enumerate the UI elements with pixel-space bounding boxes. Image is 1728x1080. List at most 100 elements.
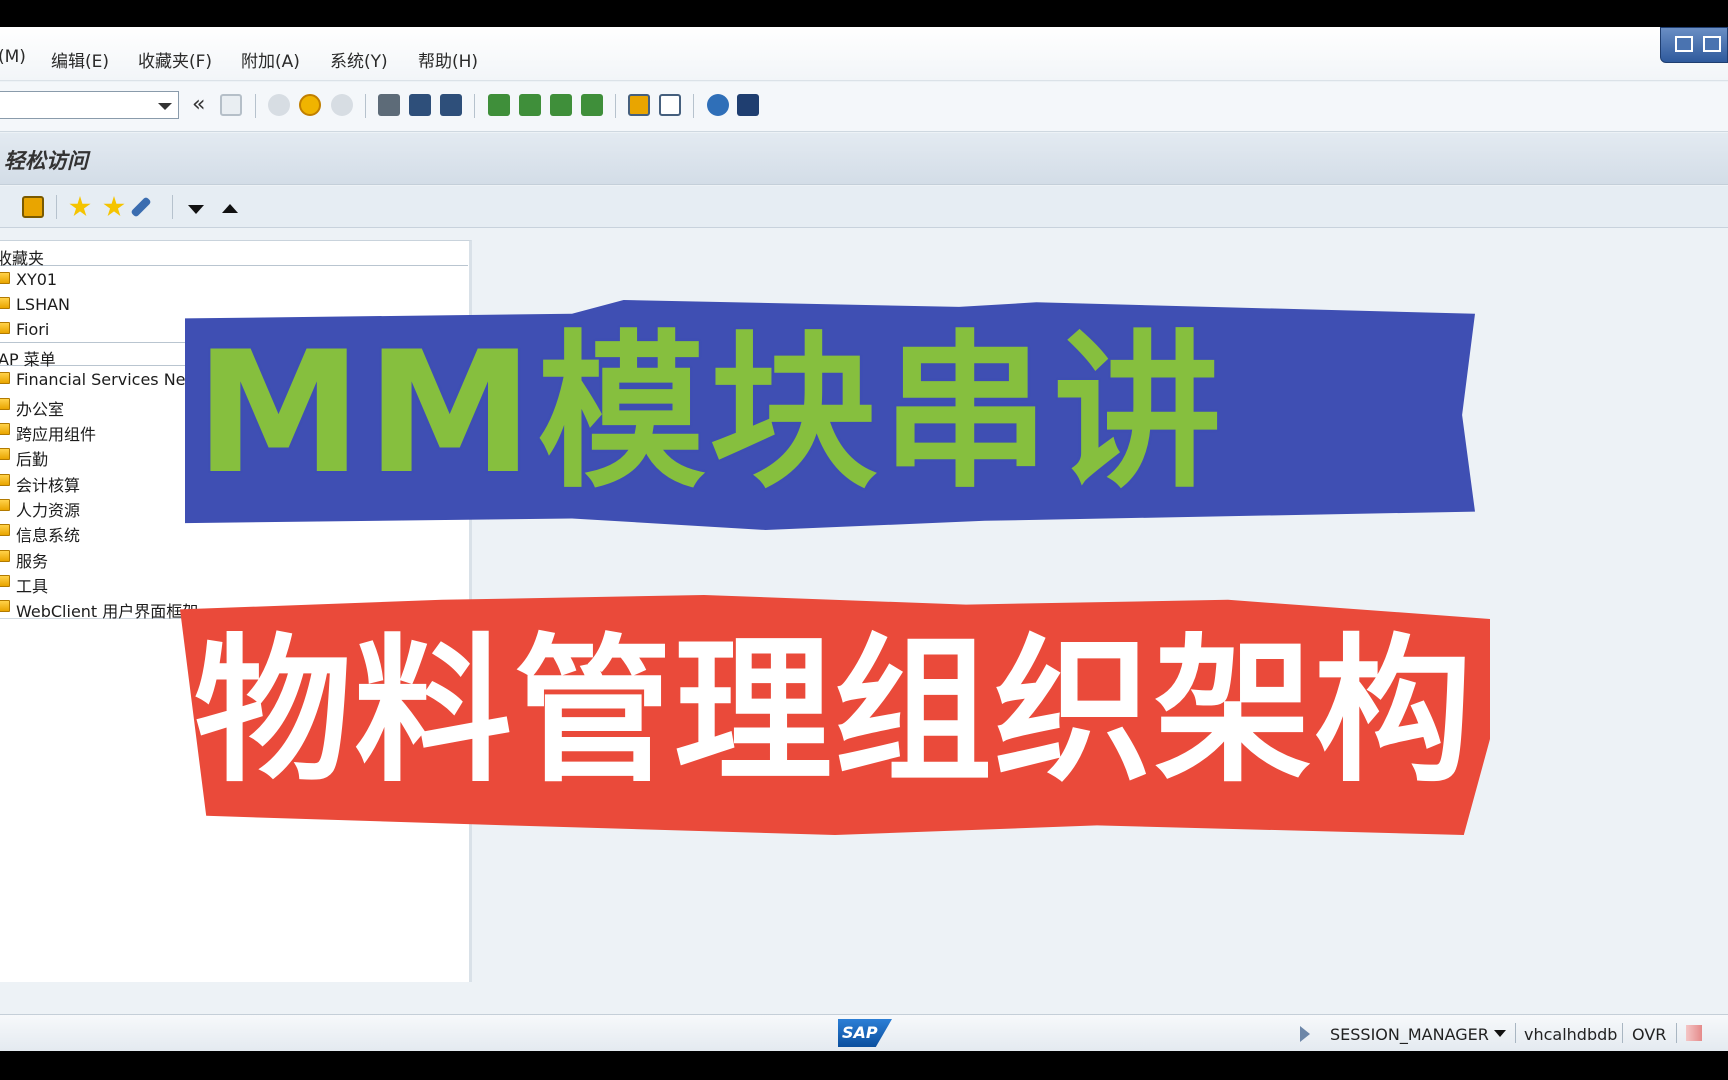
cancel-icon[interactable]: [331, 94, 353, 116]
chevron-down-icon[interactable]: [158, 103, 172, 110]
tree-node-label: 服务: [16, 552, 49, 571]
sap-logo-text: SAP: [842, 1023, 878, 1042]
insert-mode[interactable]: OVR: [1632, 1025, 1666, 1044]
folder-icon: [0, 297, 10, 309]
previous-page-icon[interactable]: [519, 94, 541, 116]
tree-node-label: LSHAN: [16, 295, 71, 314]
toolbar-separator: [56, 195, 57, 219]
folder-icon: [0, 448, 10, 460]
menu-item-help[interactable]: 帮助(H): [418, 47, 478, 72]
other-menu-icon[interactable]: [22, 196, 44, 218]
tree-node[interactable]: XY01: [0, 267, 468, 291]
first-page-icon[interactable]: [488, 94, 510, 116]
window-controls: [1660, 27, 1728, 63]
tree-node[interactable]: Financial Services Netw: [0, 367, 468, 391]
session-manager-label[interactable]: SESSION_MANAGER: [1330, 1025, 1489, 1044]
find-icon[interactable]: [409, 94, 431, 116]
folder-icon: [0, 575, 10, 587]
toolbar-separator: [255, 94, 256, 118]
navigation-tree: 收藏夹 XY01 LSHAN Fiori AP 菜单 Financial Ser…: [0, 240, 472, 982]
status-separator: [1515, 1023, 1516, 1043]
toolbar-separator: [172, 195, 173, 219]
add-favorite-icon[interactable]: [69, 196, 91, 217]
performance-icon: [1686, 1025, 1702, 1041]
folder-icon: [0, 398, 10, 410]
toolbar-separator: [474, 94, 475, 118]
collapse-up-icon[interactable]: [222, 204, 238, 213]
toolbar-separator: [365, 94, 366, 118]
folder-icon: [0, 423, 10, 435]
tree-node-favorites[interactable]: 收藏夹: [0, 242, 468, 268]
tree-node-label: 人力资源: [16, 501, 81, 520]
standard-toolbar: «: [0, 82, 1728, 132]
folder-icon: [0, 550, 10, 562]
status-separator: [1622, 1023, 1623, 1043]
print-icon[interactable]: [378, 94, 400, 116]
status-bar: SAP SESSION_MANAGER vhcalhdbdb OVR: [0, 1014, 1728, 1051]
tree-node-label: 信息系统: [16, 526, 81, 545]
menu-item-edit[interactable]: 编辑(E): [51, 47, 109, 72]
menu-item-system[interactable]: 系统(Y): [330, 47, 388, 72]
folder-icon: [0, 524, 10, 536]
tree-node-label: 工具: [16, 577, 49, 596]
tree-node-sap-menu[interactable]: AP 菜单: [0, 342, 468, 369]
minimize-icon[interactable]: [1675, 36, 1693, 52]
exit-icon[interactable]: [299, 94, 321, 116]
customize-layout-icon[interactable]: [737, 94, 759, 116]
tree-node[interactable]: 后勤: [0, 443, 468, 469]
tree-node[interactable]: 办公室: [0, 393, 468, 419]
menu-item-extras[interactable]: 附加(A): [241, 47, 300, 72]
next-page-icon[interactable]: [550, 94, 572, 116]
create-session-icon[interactable]: [628, 94, 650, 116]
toolbar-separator: [615, 94, 616, 118]
chevron-down-icon[interactable]: [1494, 1030, 1506, 1037]
tree-node-label: 收藏夹: [0, 249, 45, 268]
status-expand-icon[interactable]: [1300, 1026, 1310, 1042]
tree-node-label: 办公室: [16, 400, 65, 419]
folder-icon: [0, 499, 10, 511]
tree-node-label: XY01: [16, 270, 58, 289]
tree-node-label: Fiori: [16, 320, 50, 339]
expand-down-icon[interactable]: [188, 205, 204, 214]
back-double-chevron-icon[interactable]: «: [192, 92, 205, 117]
page-title: 轻松访问: [4, 148, 88, 173]
find-next-icon[interactable]: [440, 94, 462, 116]
edit-icon[interactable]: [130, 196, 152, 218]
tree-node-label: WebClient 用户界面框架: [16, 602, 199, 621]
create-shortcut-icon[interactable]: [659, 94, 681, 116]
last-page-icon[interactable]: [581, 94, 603, 116]
tree-node[interactable]: 会计核算: [0, 469, 468, 495]
tree-node-label: 跨应用组件: [16, 425, 97, 444]
tree-node[interactable]: 人力资源: [0, 494, 468, 520]
toolbar-separator: [693, 94, 694, 118]
menu-bar: (M) 编辑(E) 收藏夹(F) 附加(A) 系统(Y) 帮助(H): [0, 27, 1728, 81]
sap-logo: SAP: [838, 1019, 892, 1047]
tree-node[interactable]: LSHAN: [0, 292, 468, 316]
menu-item-favorites[interactable]: 收藏夹(F): [138, 47, 212, 72]
menu-item-menu[interactable]: (M): [0, 47, 26, 67]
tree-node[interactable]: 信息系统: [0, 519, 468, 545]
tree-node[interactable]: WebClient 用户界面框架: [0, 595, 468, 621]
restore-icon[interactable]: [1703, 36, 1721, 52]
tree-node[interactable]: 跨应用组件: [0, 418, 468, 444]
command-field[interactable]: [0, 91, 179, 119]
change-favorite-icon[interactable]: [103, 196, 125, 217]
status-separator: [1676, 1023, 1677, 1043]
title-bar: 轻松访问: [0, 133, 1728, 185]
folder-icon: [0, 272, 10, 284]
server-host: vhcalhdbdb: [1524, 1025, 1618, 1044]
tree-node[interactable]: Fiori: [0, 317, 468, 341]
tree-node-label: 会计核算: [16, 476, 81, 495]
tree-node-label: Financial Services Netw: [16, 370, 205, 389]
save-icon[interactable]: [220, 94, 242, 116]
folder-icon: [0, 372, 10, 384]
back-icon[interactable]: [268, 94, 290, 116]
folder-icon: [0, 474, 10, 486]
tree-node-label: 后勤: [16, 450, 49, 469]
tree-node[interactable]: 工具: [0, 570, 468, 596]
tree-node[interactable]: 服务: [0, 545, 468, 571]
sap-gui-window: (M) 编辑(E) 收藏夹(F) 附加(A) 系统(Y) 帮助(H) « 轻松访…: [0, 27, 1728, 1051]
folder-icon: [0, 322, 10, 334]
folder-icon: [0, 600, 10, 612]
help-icon[interactable]: [707, 94, 729, 116]
